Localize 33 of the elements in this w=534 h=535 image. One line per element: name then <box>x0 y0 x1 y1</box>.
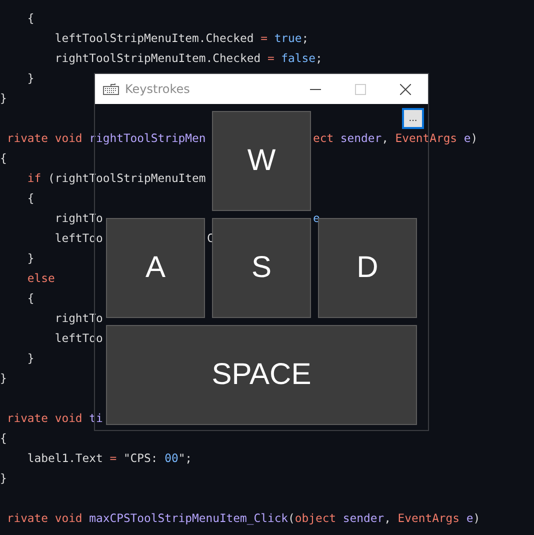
options-button[interactable]: ... <box>402 108 424 129</box>
code-text: { <box>26 190 34 207</box>
code-text: rightTo <box>54 210 103 227</box>
code-text: rightTo <box>54 310 103 327</box>
close-icon[interactable] <box>400 84 411 94</box>
key: SPACE <box>106 325 417 425</box>
key: A <box>106 218 205 318</box>
code-text: leftToo <box>54 230 103 247</box>
code-text: if (rightToolStripMenuItem <box>26 170 206 187</box>
code-text: leftToolStripMenuItem.Checked = true; <box>54 30 309 47</box>
key: S <box>212 218 311 318</box>
code-text: } <box>26 70 34 87</box>
code-text: { <box>26 10 34 27</box>
code-text: rivate void rightToolStripMen <box>6 130 206 147</box>
window-title: Keystrokes <box>125 82 191 96</box>
code-text: { <box>26 290 34 307</box>
code-text: rivate void maxCPSToolStripMenuItem_Click(object sender, EventArgs e) <box>6 510 480 527</box>
key: W <box>212 111 311 211</box>
code-text: } <box>0 90 7 107</box>
code-text: else <box>26 270 55 287</box>
code-text: { <box>0 150 7 167</box>
code-text: rightToolStripMenuItem.Checked = false; <box>54 50 322 67</box>
keyboard-icon <box>103 83 119 95</box>
key: D <box>318 218 417 318</box>
code-text: } <box>0 370 7 387</box>
code-text: } <box>26 250 34 267</box>
code-text: } <box>26 350 34 367</box>
code-text: ect sender, EventArgs e) <box>313 130 478 147</box>
minimize-icon[interactable] <box>310 88 321 90</box>
code-text: { <box>0 430 7 447</box>
code-text: leftToo <box>54 330 103 347</box>
code-text: label1.Text = "CPS: 00"; <box>26 450 192 467</box>
code-text: } <box>0 470 7 487</box>
